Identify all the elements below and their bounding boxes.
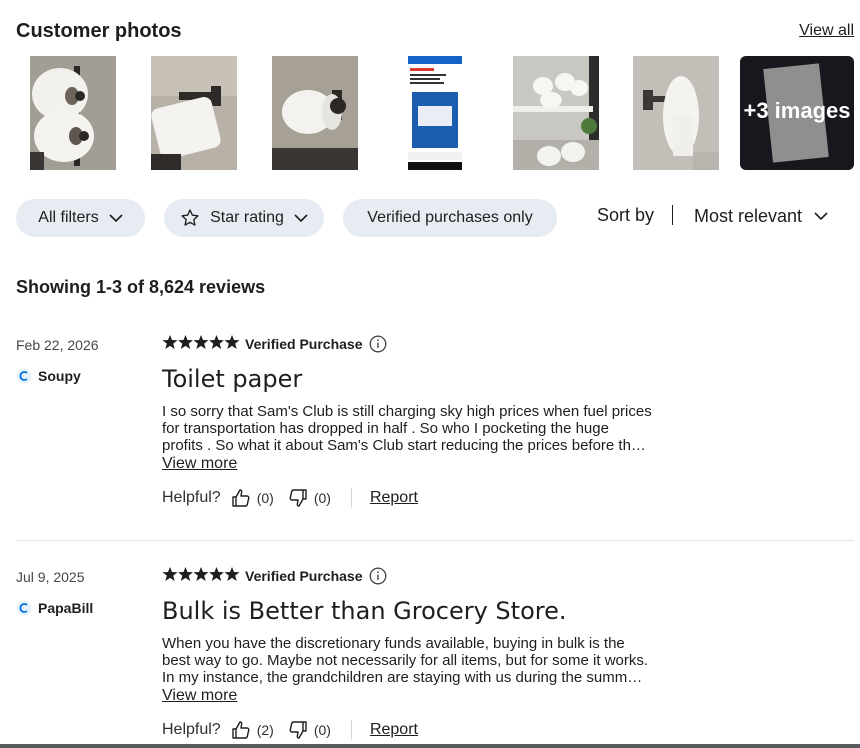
info-icon[interactable] bbox=[369, 567, 387, 585]
helpful-row: Helpful? (2) (0) Report bbox=[162, 719, 418, 741]
helpful-divider bbox=[350, 720, 352, 740]
product-listing-screenshot-photo bbox=[408, 56, 462, 170]
thumbs-up-icon bbox=[232, 489, 250, 507]
star-rating-filter-button[interactable]: Star rating bbox=[164, 199, 324, 237]
report-link[interactable]: Report bbox=[370, 489, 418, 507]
customer-photos-header: Customer photos View all bbox=[16, 20, 854, 46]
review-body: When you have the discretionary funds av… bbox=[162, 635, 682, 686]
double-toilet-roll-holder-photo bbox=[30, 56, 116, 170]
helpful-label: Helpful? bbox=[162, 721, 221, 738]
review-date: Feb 22, 2026 bbox=[16, 337, 99, 353]
sort-select[interactable]: Most relevant bbox=[694, 203, 828, 229]
review-body-line: profits . So what it about Sam's Club st… bbox=[162, 437, 646, 454]
paper-towel-roll-photo bbox=[151, 56, 237, 170]
sort-value: Most relevant bbox=[694, 205, 803, 226]
all-filters-button[interactable]: All filters bbox=[16, 199, 145, 237]
sort-by-label: Sort by bbox=[597, 205, 655, 225]
customer-photo-6[interactable] bbox=[633, 56, 719, 170]
thumbs-down-icon bbox=[289, 721, 307, 739]
review-date: Jul 9, 2025 bbox=[16, 569, 85, 585]
customer-photo-5[interactable] bbox=[513, 56, 599, 170]
helpful-divider bbox=[350, 488, 352, 508]
verified-purchase-badge: Verified Purchase bbox=[245, 567, 387, 585]
review-item: Feb 22, 2026 Soupy Verified Purchase Toi… bbox=[16, 335, 854, 517]
helpful-downvote-button[interactable]: (0) bbox=[288, 720, 331, 740]
verified-purchases-label: Verified purchases only bbox=[367, 209, 533, 226]
helpful-upvote-button[interactable]: (0) bbox=[231, 488, 274, 508]
customer-photos-title: Customer photos bbox=[16, 20, 182, 42]
helpful-row: Helpful? (0) (0) Report bbox=[162, 487, 418, 509]
review-title: Bulk is Better than Grocery Store. bbox=[162, 597, 567, 625]
sort-separator bbox=[672, 205, 673, 225]
helpful-label: Helpful? bbox=[162, 489, 221, 506]
toilet-roll-on-holder-photo bbox=[272, 56, 358, 170]
review-divider bbox=[16, 540, 854, 541]
review-body: I so sorry that Sam's Club is still char… bbox=[162, 403, 682, 454]
reviewer-name: Soupy bbox=[38, 368, 81, 384]
window-bottom-edge bbox=[0, 744, 860, 748]
chevron-down-icon bbox=[814, 212, 828, 221]
thumbs-up-icon bbox=[232, 721, 250, 739]
more-photos-count: +3 images bbox=[743, 98, 851, 123]
review-title: Toilet paper bbox=[162, 365, 303, 393]
verified-purchase-label: Verified Purchase bbox=[245, 336, 363, 352]
reviewer: PapaBill bbox=[16, 599, 93, 617]
star-rating-display bbox=[162, 565, 240, 583]
downvote-count: (0) bbox=[313, 490, 331, 506]
reviewer-name: PapaBill bbox=[38, 600, 94, 616]
customer-photo-4[interactable] bbox=[408, 56, 462, 170]
chevron-down-icon bbox=[109, 214, 123, 223]
reviewer-avatar-icon bbox=[16, 600, 32, 616]
helpful-upvote-button[interactable]: (2) bbox=[231, 720, 274, 740]
view-more-link[interactable]: View more bbox=[162, 455, 237, 473]
customer-photo-2[interactable] bbox=[151, 56, 237, 170]
more-photos-tile[interactable]: +3 images bbox=[740, 56, 854, 170]
rolls-on-shelf-photo bbox=[513, 56, 599, 170]
all-filters-label: All filters bbox=[38, 209, 99, 226]
star-outline-icon bbox=[181, 209, 199, 226]
review-body-line: I so sorry that Sam's Club is still char… bbox=[162, 403, 652, 420]
thumbs-down-icon bbox=[289, 489, 307, 507]
five-stars-icon bbox=[162, 567, 240, 581]
verified-purchases-filter-button[interactable]: Verified purchases only bbox=[343, 199, 557, 237]
review-body-line: In my instance, the grandchildren are st… bbox=[162, 669, 643, 686]
review-item: Jul 9, 2025 PapaBill Verified Purchase B… bbox=[16, 567, 854, 744]
view-all-link[interactable]: View all bbox=[799, 22, 854, 40]
reviewer: Soupy bbox=[16, 367, 81, 385]
star-rating-label: Star rating bbox=[210, 209, 284, 226]
downvote-count: (0) bbox=[313, 722, 331, 738]
customer-photo-3[interactable] bbox=[272, 56, 358, 170]
helpful-downvote-button[interactable]: (0) bbox=[288, 488, 331, 508]
report-link[interactable]: Report bbox=[370, 721, 418, 739]
upvote-count: (0) bbox=[256, 490, 274, 506]
reviews-count: Showing 1-3 of 8,624 reviews bbox=[16, 277, 266, 297]
wall-mounted-roll-photo bbox=[633, 56, 719, 170]
view-more-link[interactable]: View more bbox=[162, 687, 237, 705]
customer-photo-1[interactable] bbox=[30, 56, 116, 170]
verified-purchase-badge: Verified Purchase bbox=[245, 335, 387, 353]
upvote-count: (2) bbox=[256, 722, 274, 738]
reviewer-avatar-icon bbox=[16, 368, 32, 384]
review-body-line: When you have the discretionary funds av… bbox=[162, 635, 625, 652]
review-body-line: for transportation has dropped in half .… bbox=[162, 420, 609, 437]
info-icon[interactable] bbox=[369, 335, 387, 353]
chevron-down-icon bbox=[294, 214, 308, 223]
review-body-line: best way to go. Maybe not necessarily fo… bbox=[162, 652, 649, 669]
verified-purchase-label: Verified Purchase bbox=[245, 568, 363, 584]
star-rating-display bbox=[162, 333, 240, 351]
five-stars-icon bbox=[162, 335, 240, 349]
